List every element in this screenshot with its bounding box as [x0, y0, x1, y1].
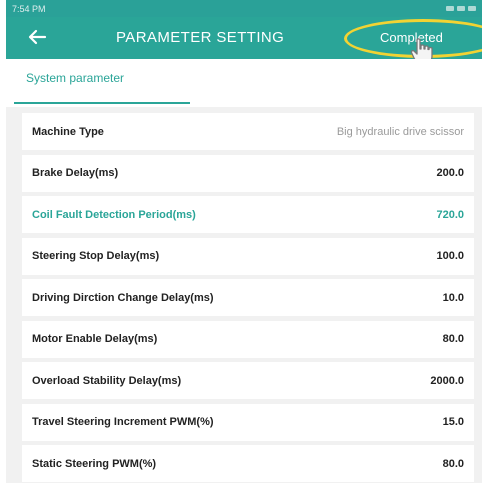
page-title: PARAMETER SETTING [116, 29, 285, 46]
parameter-row[interactable]: Steering Stop Delay(ms) 100.0 [22, 237, 474, 275]
parameter-row[interactable]: Overload Stability Delay(ms) 2000.0 [22, 362, 474, 399]
parameter-label: Brake Delay(ms) [32, 167, 119, 179]
parameter-value: 720.0 [436, 208, 464, 221]
parameter-label: Motor Enable Delay(ms) [32, 333, 158, 345]
parameter-row[interactable]: Machine Type Big hydraulic drive scissor [22, 113, 474, 150]
parameter-row[interactable]: Motor Enable Delay(ms) 80.0 [22, 320, 474, 358]
parameter-value: Big hydraulic drive scissor [336, 125, 464, 138]
parameter-value: 10.0 [442, 291, 464, 304]
parameter-value: 200.0 [436, 167, 464, 179]
wifi-icon [457, 6, 465, 11]
signal-icon [446, 6, 454, 11]
back-arrow-icon[interactable] [26, 26, 50, 50]
parameter-value: 100.0 [436, 250, 464, 262]
status-bar: 7:54 PM [6, 0, 482, 17]
battery-icon [468, 6, 476, 11]
parameter-label: Coil Fault Detection Period(ms) [32, 208, 196, 221]
parameter-label: Driving Dirction Change Delay(ms) [32, 291, 214, 304]
parameter-label: Travel Steering Increment PWM(%) [32, 416, 214, 428]
parameter-row[interactable]: Travel Steering Increment PWM(%) 15.0 [22, 403, 474, 441]
parameter-row[interactable]: Brake Delay(ms) 200.0 [22, 154, 474, 192]
parameter-label: Static Steering PWM(%) [32, 457, 157, 470]
parameter-label: Steering Stop Delay(ms) [32, 250, 160, 262]
parameter-value: 2000.0 [430, 374, 464, 387]
tab-system-parameter[interactable]: System parameter [26, 71, 124, 85]
parameter-row[interactable]: Driving Dirction Change Delay(ms) 10.0 [22, 279, 474, 316]
tab-bar: System parameter [6, 59, 482, 107]
parameter-list: Machine Type Big hydraulic drive scissor B… [22, 113, 474, 483]
parameter-value: 80.0 [442, 333, 464, 345]
parameter-value: 15.0 [442, 416, 464, 428]
status-icons [446, 6, 476, 11]
parameter-row[interactable]: Coil Fault Detection Period(ms) 720.0 [22, 196, 474, 233]
parameter-label: Machine Type [32, 125, 104, 138]
phone-screen: 7:54 PM PARAMETER SETTING Completed Syst… [6, 0, 482, 483]
parameter-label: Overload Stability Delay(ms) [32, 374, 182, 387]
parameter-value: 80.0 [442, 457, 464, 470]
parameter-row[interactable]: Static Steering PWM(%) 80.0 [22, 445, 474, 482]
status-time: 7:54 PM [12, 3, 46, 14]
tab-underline [14, 102, 190, 104]
